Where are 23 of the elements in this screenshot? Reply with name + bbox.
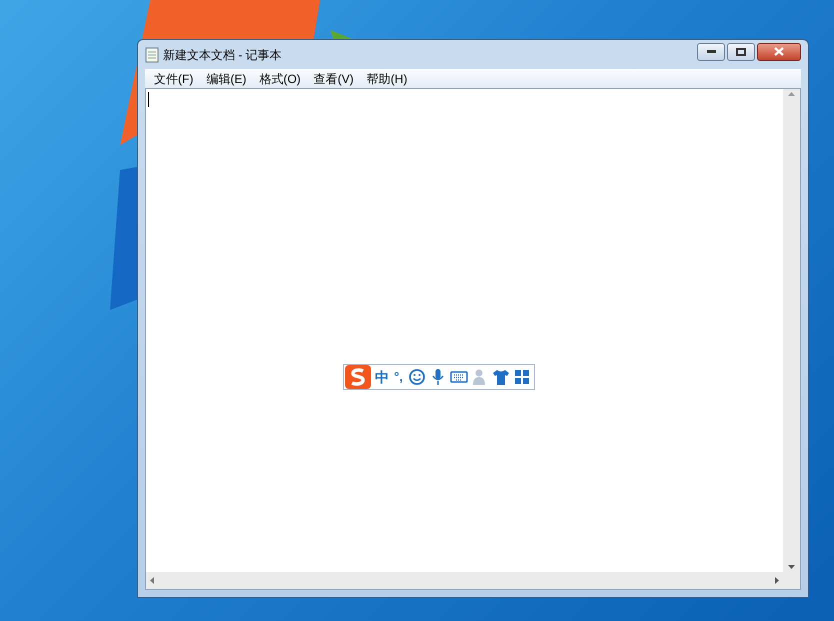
close-icon <box>774 47 784 56</box>
notepad-icon <box>145 46 159 62</box>
window-title: 新建文本文档 - 记事本 <box>163 46 282 64</box>
punctuation-mode-label[interactable]: °, <box>392 367 405 387</box>
sogou-logo-icon <box>344 364 372 390</box>
menu-item[interactable]: 编辑(E) <box>200 70 252 88</box>
vertical-scrollbar[interactable] <box>783 89 800 572</box>
menu-item[interactable]: 格式(O) <box>253 70 307 88</box>
menu-item[interactable]: 查看(V) <box>308 70 360 88</box>
menu-item[interactable]: 帮助(H) <box>360 70 414 88</box>
chinese-mode-label[interactable]: 中 <box>375 366 389 388</box>
close-button[interactable] <box>757 42 801 60</box>
scroll-left-arrow-icon[interactable] <box>150 577 154 584</box>
menu-item[interactable]: 文件(F) <box>148 70 200 88</box>
maximize-button[interactable] <box>727 42 755 60</box>
scroll-right-arrow-icon[interactable] <box>775 577 779 584</box>
minimize-button[interactable] <box>697 42 725 60</box>
grid-icon[interactable] <box>512 368 531 386</box>
smiley-icon[interactable] <box>408 368 426 386</box>
horizontal-scrollbar[interactable] <box>146 572 783 589</box>
text-cursor <box>148 92 149 107</box>
tshirt-icon[interactable] <box>492 368 510 386</box>
scroll-down-arrow-icon[interactable] <box>788 565 795 569</box>
